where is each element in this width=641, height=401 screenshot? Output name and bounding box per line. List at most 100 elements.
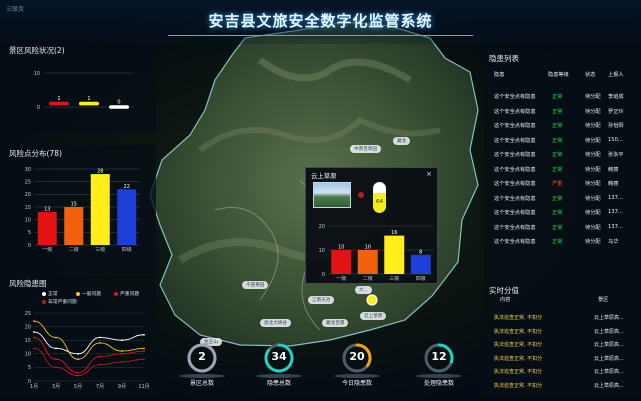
hazard-row[interactable]: 这个安全点有隐患 正常 待分配 137... bbox=[490, 224, 630, 236]
hazard-row[interactable]: 这个安全点有隐患 正常 待分配 罗正玲 bbox=[490, 108, 630, 120]
score-row[interactable]: 执法巡查正常, 不扣分 云上草原高... bbox=[490, 328, 630, 341]
y-tick-label: 0 bbox=[28, 243, 31, 249]
map-place-tag[interactable]: 中南百草园 bbox=[350, 145, 381, 153]
score-row[interactable]: 执法巡查正常, 不扣分 云上草原高... bbox=[490, 355, 630, 368]
data-point[interactable] bbox=[77, 371, 79, 374]
hazard-reporter: 韩丽 bbox=[608, 181, 619, 187]
x-tick-label: 3月 bbox=[52, 384, 60, 390]
legend-item: 非常严重问题 bbox=[42, 298, 77, 305]
y-tick-label: 15 bbox=[25, 205, 31, 211]
map-place-tag[interactable]: 藏龙 bbox=[393, 137, 411, 145]
risk-distribution-panel: 风险点分布(78) 0 5 10 15 20 25 30 13 一级 15 二级 28 三级 22 四级 bbox=[4, 145, 156, 273]
hazard-level: 正常 bbox=[552, 224, 563, 231]
column-header: 隐患 bbox=[494, 72, 505, 78]
score-content: 执法巡查正常, 不扣分 bbox=[494, 342, 543, 348]
hazard-row[interactable]: 这个安全点有隐患 正常 待分配 150... bbox=[490, 137, 630, 149]
hazard-row[interactable]: 这个安全点有隐患 正常 待分配 137... bbox=[490, 195, 630, 207]
data-label: 8 bbox=[419, 249, 422, 255]
bar[interactable] bbox=[49, 101, 69, 106]
close-icon[interactable]: × bbox=[426, 170, 432, 178]
hazard-row[interactable]: 这个安全点有隐患 正常 待分配 马华 bbox=[490, 238, 630, 250]
bar[interactable] bbox=[79, 101, 99, 106]
data-label: 10 bbox=[365, 245, 371, 251]
map-place-tag[interactable]: 江南天池 bbox=[308, 296, 335, 304]
data-point[interactable] bbox=[33, 347, 35, 350]
series-line[interactable] bbox=[33, 347, 145, 377]
bar[interactable] bbox=[90, 174, 110, 245]
map-place-tag[interactable]: 大... bbox=[355, 286, 372, 294]
data-point[interactable] bbox=[55, 347, 57, 350]
title-frame: 安吉县文旅安全数字化监管系统 bbox=[168, 6, 473, 36]
data-point[interactable] bbox=[99, 336, 101, 339]
kpi-today-hazards[interactable]: 20 今日隐患数 bbox=[320, 342, 400, 399]
data-point[interactable] bbox=[143, 350, 145, 352]
map-place-tag[interactable]: 云上草原 bbox=[360, 312, 387, 320]
hazard-level: 正常 bbox=[552, 108, 563, 115]
data-point[interactable] bbox=[77, 358, 79, 361]
data-point[interactable] bbox=[55, 336, 57, 339]
hazard-row[interactable]: 这个安全点有隐患 正常 待分配 韩丽 bbox=[490, 166, 630, 178]
legend-label: 一般问题 bbox=[82, 292, 102, 297]
bar[interactable] bbox=[37, 212, 57, 245]
hazard-row[interactable]: 这个安全点有隐患 正常 待分配 137... bbox=[490, 209, 630, 221]
scenic-photo bbox=[313, 182, 351, 208]
hazard-row[interactable]: 这个安全点有隐患 正常 待分配 张永平 bbox=[490, 151, 630, 163]
risk-score-pill: 64 bbox=[373, 182, 386, 213]
bar[interactable] bbox=[384, 235, 405, 274]
hazard-row[interactable]: 这个安全点有隐患 正常 待分配 李焰成 bbox=[490, 93, 630, 105]
data-point[interactable] bbox=[33, 331, 35, 333]
bar[interactable] bbox=[109, 105, 129, 109]
popup-bar-chart: 0 10 20 10 一级 10 二级 16 三级 8 四级 bbox=[319, 224, 434, 282]
data-point[interactable] bbox=[99, 363, 101, 366]
map-place-tag[interactable]: 千亩茶园 bbox=[242, 281, 269, 289]
data-point[interactable] bbox=[77, 374, 79, 377]
score-row[interactable]: 执法巡查正常, 不扣分 云上草原高... bbox=[490, 341, 630, 354]
data-point[interactable] bbox=[143, 333, 145, 336]
data-point[interactable] bbox=[33, 320, 35, 323]
data-point[interactable] bbox=[55, 358, 57, 361]
data-point[interactable] bbox=[121, 339, 123, 342]
data-point[interactable] bbox=[121, 350, 123, 352]
data-point[interactable] bbox=[121, 361, 123, 363]
score-content: 执法巡查正常, 不扣分 bbox=[494, 369, 543, 375]
kpi-scenic-total[interactable]: 2 景区总数 bbox=[165, 342, 245, 399]
y-tick-label: 30 bbox=[25, 167, 31, 173]
popup-title: 云上草原 bbox=[311, 172, 337, 180]
legend-swatch bbox=[42, 299, 46, 304]
score-row[interactable]: 执法巡查正常, 不扣分 云上草原高... bbox=[490, 314, 630, 327]
bar[interactable] bbox=[117, 189, 137, 245]
hazard-reporter: 150... bbox=[608, 136, 623, 143]
bar[interactable] bbox=[410, 254, 431, 274]
data-point[interactable] bbox=[55, 366, 57, 369]
data-point[interactable] bbox=[33, 336, 35, 339]
hazard-row[interactable]: 这个安全点有隐患 严重 待分配 韩丽 bbox=[490, 180, 630, 192]
data-point[interactable] bbox=[121, 352, 123, 355]
data-point[interactable] bbox=[99, 355, 101, 358]
data-point[interactable] bbox=[77, 352, 79, 355]
kpi-handled-hazards[interactable]: 12 处理隐患数 bbox=[402, 342, 482, 399]
kpi-value: 2 bbox=[198, 350, 206, 363]
x-tick-label: 一级 bbox=[42, 246, 52, 253]
map-place-tag[interactable]: 浙北大峡谷 bbox=[260, 319, 291, 327]
y-tick-label: 20 bbox=[319, 224, 325, 230]
map-place-tag[interactable]: 藏龙百瀑 bbox=[322, 319, 349, 327]
score-row[interactable]: 执法巡查正常, 不扣分 云上草原高... bbox=[490, 368, 630, 381]
x-tick-label: 四级 bbox=[416, 275, 426, 282]
hazard-name: 这个安全点有隐患 bbox=[494, 108, 536, 115]
data-point[interactable] bbox=[99, 342, 101, 344]
score-area: 云上草原高... bbox=[594, 328, 624, 335]
x-tick-label: 7月 bbox=[96, 384, 104, 390]
hazard-level: 正常 bbox=[552, 123, 563, 129]
hazard-row[interactable]: 这个安全点有隐患 正常 待分配 孙怡阳 bbox=[490, 122, 630, 134]
data-label: 0 bbox=[117, 100, 120, 106]
legend-item: 一般问题 bbox=[76, 290, 101, 297]
legend-label: 严重问题 bbox=[120, 292, 140, 297]
score-row[interactable]: 执法巡查正常, 不扣分 云上草原高... bbox=[490, 382, 630, 395]
data-point[interactable] bbox=[143, 347, 145, 350]
data-point[interactable] bbox=[143, 358, 145, 361]
kpi-hazard-total[interactable]: 34 隐患总数 bbox=[242, 342, 322, 399]
score-content: 执法巡查正常, 不扣分 bbox=[494, 355, 543, 362]
bar[interactable] bbox=[357, 250, 378, 274]
bar[interactable] bbox=[331, 250, 352, 274]
bar[interactable] bbox=[64, 207, 84, 245]
